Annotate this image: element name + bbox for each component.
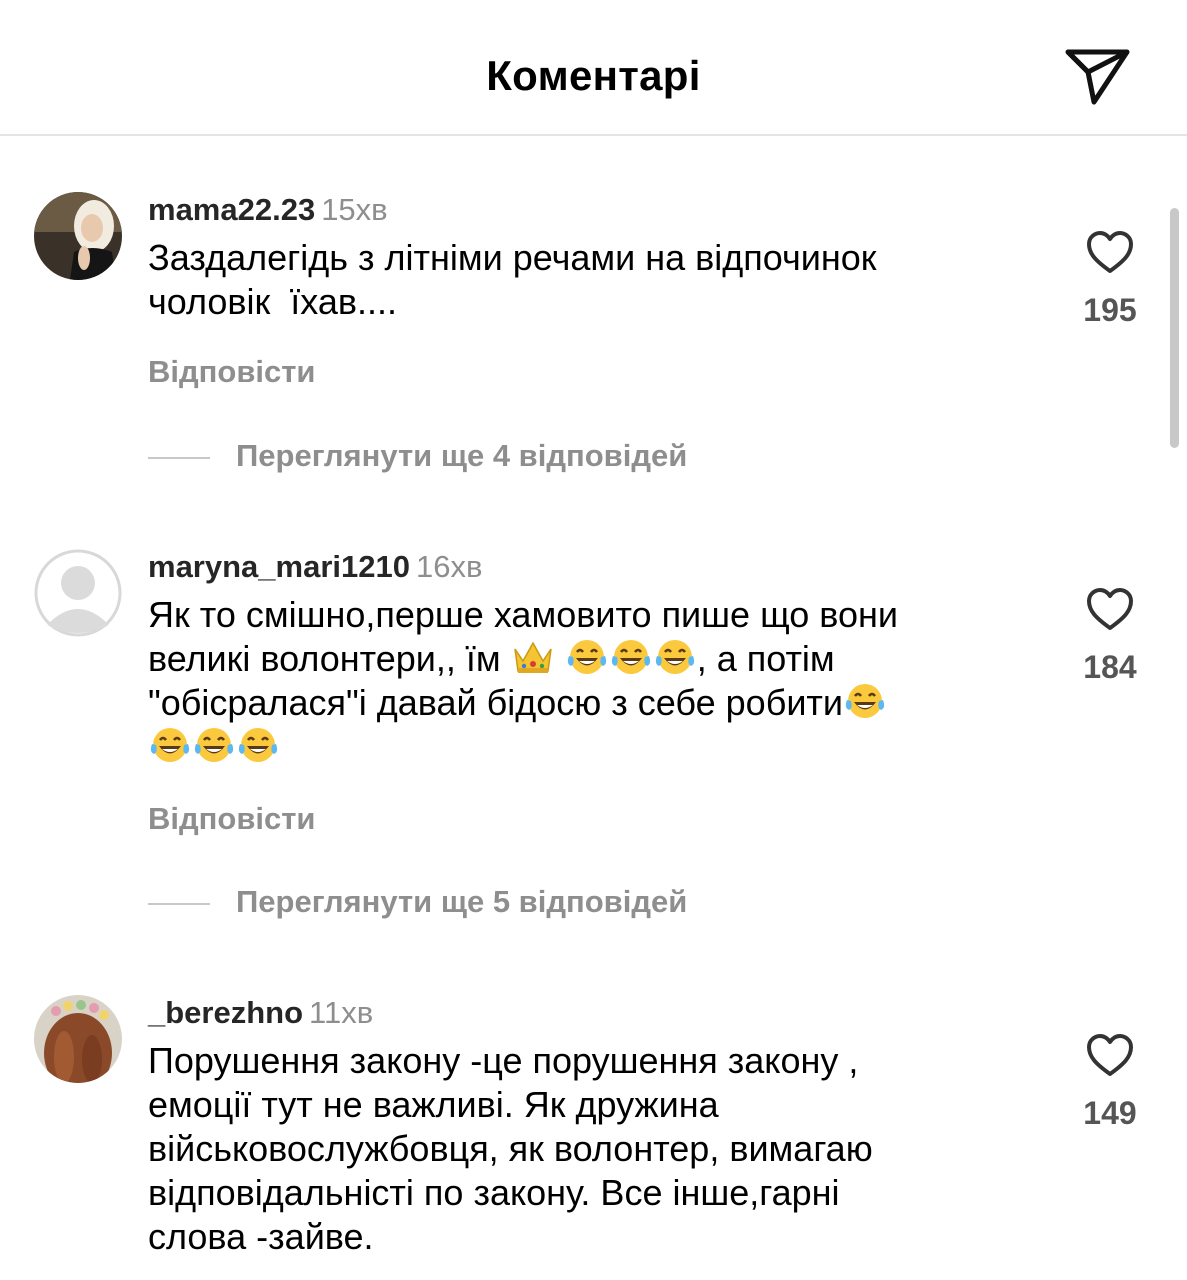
view-replies-line	[148, 902, 210, 905]
laughing-tears-emoji	[236, 725, 280, 765]
view-replies-line	[148, 456, 210, 459]
username[interactable]: mama22.23	[148, 192, 315, 227]
laughing-tears-emoji	[192, 725, 236, 765]
like-button[interactable]: 195	[1060, 230, 1160, 329]
heart-icon[interactable]	[1086, 230, 1134, 274]
like-button[interactable]: 149	[1060, 1033, 1160, 1132]
scrollbar[interactable]	[1170, 208, 1179, 448]
comment-text: Як то смішно,перше хамовито пише що вони…	[148, 593, 1028, 769]
laughing-tears-emoji	[148, 725, 192, 765]
view-replies-label: Переглянути ще 4 відповідей	[236, 438, 688, 473]
timestamp: 15хв	[321, 192, 388, 227]
laughing-tears-emoji	[843, 681, 887, 721]
comments-screen: Коментарі mama22.23 15хв Заздалегідь з лі…	[0, 0, 1187, 1280]
comment-text-part: Заздалегідь з літніми речами на відпочин…	[148, 237, 877, 322]
laughing-tears-emoji	[653, 637, 697, 677]
laughing-tears-emoji	[565, 637, 609, 677]
like-count: 195	[1083, 292, 1137, 328]
avatar[interactable]	[34, 995, 122, 1083]
comment-meta: _berezhno 11хв	[148, 995, 373, 1031]
page-title: Коментарі	[486, 52, 701, 99]
comment-meta: mama22.23 15хв	[148, 192, 388, 228]
send-icon[interactable]	[1064, 44, 1132, 106]
heart-icon[interactable]	[1086, 587, 1134, 631]
view-replies-button[interactable]: Переглянути ще 5 відповідей	[148, 884, 687, 924]
laughing-tears-emoji	[609, 637, 653, 677]
like-count: 149	[1083, 1095, 1137, 1131]
header-bar: Коментарі	[0, 0, 1187, 136]
crown-emoji	[511, 637, 555, 677]
reply-button[interactable]: Відповісти	[148, 354, 316, 390]
comment-text-part: Порушення закону -це порушення закону , …	[148, 1040, 873, 1257]
heart-icon[interactable]	[1086, 1033, 1134, 1077]
avatar[interactable]	[34, 192, 122, 280]
comment-text: Заздалегідь з літніми речами на відпочин…	[148, 236, 1028, 324]
like-count: 184	[1083, 649, 1137, 685]
like-button[interactable]: 184	[1060, 587, 1160, 686]
view-replies-button[interactable]: Переглянути ще 4 відповідей	[148, 438, 687, 478]
timestamp: 16хв	[415, 549, 483, 584]
comment-meta: maryna_mari1210 16хв	[148, 549, 482, 585]
avatar[interactable]	[34, 549, 122, 637]
username[interactable]: _berezhno	[148, 995, 303, 1030]
username[interactable]: maryna_mari1210	[148, 549, 410, 584]
comment-text: Порушення закону -це порушення закону , …	[148, 1039, 1028, 1259]
comment-text-part	[555, 638, 565, 679]
timestamp: 11хв	[309, 995, 374, 1030]
view-replies-label: Переглянути ще 5 відповідей	[236, 884, 688, 919]
reply-button[interactable]: Відповісти	[148, 801, 316, 837]
